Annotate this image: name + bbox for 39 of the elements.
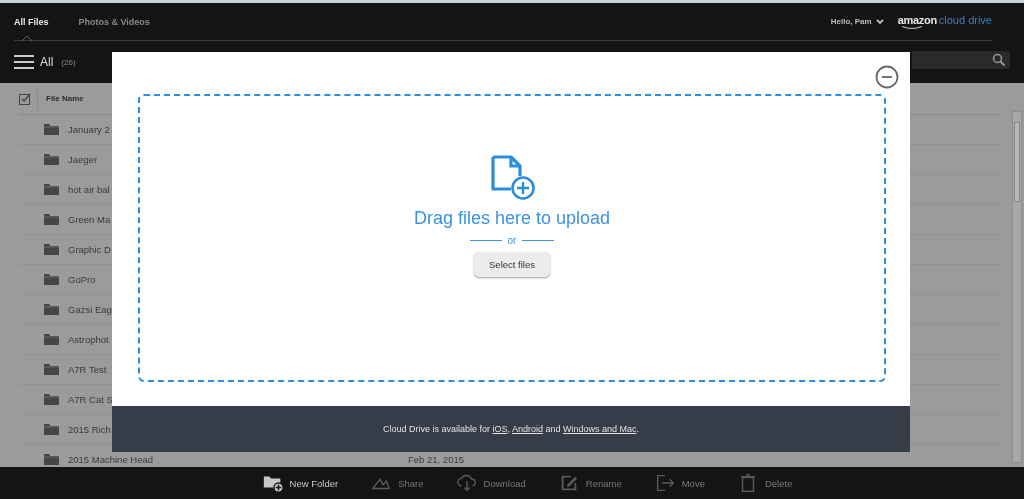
folder-icon (43, 243, 60, 256)
folder-icon (43, 183, 60, 196)
column-header[interactable]: File Name (46, 94, 84, 103)
folder-icon (43, 453, 60, 466)
folder-icon (43, 153, 60, 166)
tab[interactable]: Photos & Videos (78, 3, 166, 40)
folder-icon (43, 123, 60, 136)
search-field[interactable] (912, 51, 1010, 69)
filter-label[interactable]: All (40, 55, 54, 69)
caret-icon (22, 35, 32, 41)
drop-zone[interactable]: Drag files here to upload or Select files (138, 94, 886, 382)
file-date: Feb 21, 2015 (408, 454, 464, 465)
toolbar-button[interactable]: New Folder (261, 472, 339, 494)
file-name[interactable]: 2015 Machine Head (68, 454, 408, 465)
folder-icon (43, 393, 60, 406)
item-count: (26) (61, 57, 76, 67)
folder-icon (43, 213, 60, 226)
or-separator: or (507, 235, 517, 246)
checkbox-icon[interactable] (19, 92, 31, 105)
folder-icon (43, 423, 60, 436)
menu-icon[interactable] (14, 54, 34, 70)
folder-icon (43, 273, 60, 286)
folder-icon (43, 363, 60, 376)
logo-brand: amazon (897, 13, 937, 26)
download-icon (455, 472, 478, 494)
scrollbar[interactable] (1012, 111, 1022, 463)
folder-icon (43, 303, 60, 316)
tab[interactable]: All Files (14, 3, 65, 40)
user-menu[interactable]: Hello, Pam (830, 17, 884, 26)
folder-icon (43, 333, 60, 346)
logo-product: cloud drive (938, 13, 992, 26)
select-files-button[interactable]: Select files (474, 252, 550, 277)
platform-link[interactable]: Windows and Mac (563, 424, 637, 434)
drop-heading: Drag files here to upload (413, 208, 611, 229)
availability-text: Cloud Drive is available for iOS, Android and Windows and Mac. (382, 424, 640, 434)
close-button[interactable] (875, 65, 899, 89)
chevron-icon (875, 18, 884, 25)
platform-link[interactable]: Android (512, 424, 543, 434)
search-icon (992, 53, 1006, 67)
